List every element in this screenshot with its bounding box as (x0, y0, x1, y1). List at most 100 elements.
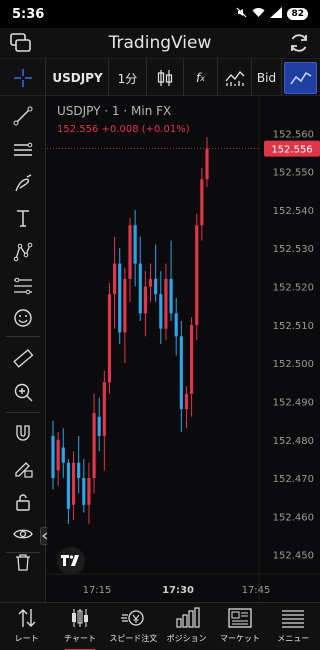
drawing-toolbar (0, 96, 46, 602)
magnet-tool[interactable] (8, 420, 38, 448)
candle-body (205, 148, 209, 180)
trash-icon (16, 554, 30, 571)
delete-drawings-tool[interactable] (8, 548, 38, 576)
fx-sub: x (200, 73, 205, 83)
candle-body (56, 439, 60, 471)
nav-label: ポジション (166, 634, 207, 643)
horizontal-lines-icon (14, 142, 33, 156)
measure-tool[interactable] (8, 344, 38, 372)
toolbar-divider (6, 412, 40, 413)
x-tick-label: 17:30 (162, 585, 194, 596)
candle-body (102, 382, 106, 436)
brush-tool[interactable] (8, 170, 38, 198)
toolbar-divider (6, 336, 40, 337)
indicators-button[interactable] (218, 59, 252, 97)
area-chart-icon (289, 71, 311, 85)
candle-body (77, 462, 81, 479)
candle-body (159, 294, 163, 329)
zoom-in-icon (14, 383, 33, 402)
indicator-fx-button[interactable]: fx (184, 59, 218, 97)
nav-chart[interactable]: チャート (53, 603, 106, 650)
chart-toolbar: USDJPY 1分 fx Bid (0, 58, 320, 97)
trend-line-tool[interactable] (8, 102, 38, 130)
nav-rates[interactable]: レート (0, 603, 53, 650)
brush-icon (15, 174, 32, 192)
crosshair-icon (13, 69, 32, 87)
legend-change: +0.008 (+0.01%) (101, 124, 190, 135)
unlock-icon (16, 494, 30, 511)
chart-type-button[interactable] (147, 59, 184, 97)
fib-levels-icon (14, 277, 32, 295)
text-tool[interactable] (8, 204, 38, 232)
chart-legend-values: 152.556 +0.008 (+0.01%) (57, 124, 190, 135)
pattern-tool[interactable] (8, 238, 38, 266)
candle-body (82, 478, 86, 505)
status-time: 5:36 (12, 6, 45, 22)
signal-icon (270, 7, 283, 21)
y-tick-label: 152.550 (273, 168, 314, 179)
pencil-lock-icon (15, 462, 33, 478)
speed-order-icon (121, 610, 144, 626)
chart-legend-title: USDJPY · 1 · Min FX (57, 104, 172, 118)
y-tick-label: 152.520 (273, 283, 314, 294)
indicators-icon (225, 70, 244, 86)
interval-selector[interactable]: 1分 (109, 59, 147, 97)
y-tick-label: 152.560 (273, 129, 314, 140)
zoom-tool[interactable] (8, 378, 38, 406)
y-tick-label: 152.540 (273, 206, 314, 217)
nav-label: スピード注文 (109, 634, 158, 643)
app-header: TradingView (0, 28, 320, 58)
tradingview-logo[interactable] (57, 547, 85, 575)
candle-body (174, 313, 178, 337)
nav-label: マーケット (219, 634, 260, 643)
lock-drawing-tool[interactable] (8, 454, 38, 482)
candle-body (164, 278, 168, 329)
bottom-navigation: レート チャート スピード注文 ポジション マーケット メニュー (0, 602, 320, 650)
battery-level: 82 (287, 8, 308, 20)
y-tick-label: 152.500 (273, 359, 314, 370)
candle-body (190, 324, 194, 394)
horizontal-lines-tool[interactable] (8, 136, 38, 164)
nav-menu[interactable]: メニュー (267, 603, 320, 650)
wifi-icon (252, 7, 265, 21)
lock-tool[interactable] (8, 488, 38, 516)
symbol-selector[interactable]: USDJPY (47, 59, 109, 97)
candle-body (128, 225, 132, 279)
candle-body (200, 179, 204, 226)
fib-tool[interactable] (8, 272, 38, 300)
nav-positions[interactable]: ポジション (160, 603, 213, 650)
menu-icon (282, 610, 305, 628)
candle-body (87, 478, 91, 505)
refresh-icon[interactable] (287, 31, 311, 55)
emoji-tool[interactable] (8, 304, 38, 332)
chart-style-button[interactable] (284, 62, 317, 94)
mute-icon (236, 7, 247, 21)
magnet-icon (16, 425, 30, 441)
candle-body (154, 278, 158, 295)
candle-body (169, 278, 173, 314)
candle-body (66, 462, 70, 509)
legend-last-price: 152.556 (57, 124, 99, 135)
hide-drawings-tool[interactable] (8, 520, 38, 548)
price-source-button[interactable]: Bid (252, 59, 282, 97)
bars-icon (176, 607, 200, 628)
app-title: TradingView (108, 33, 212, 53)
candle-body (179, 336, 183, 410)
layout-switch-icon[interactable] (9, 31, 33, 55)
status-bar: 5:36 82 (0, 0, 320, 28)
nav-market[interactable]: マーケット (213, 603, 266, 650)
candle-body (143, 286, 147, 314)
candle-body (123, 278, 127, 333)
y-tick-label: 152.460 (273, 512, 314, 523)
candlestick-chart[interactable]: 152.560 152.550 152.540 152.530 152.520 152.5… (47, 96, 320, 602)
crosshair-tool-button[interactable] (0, 59, 46, 97)
sort-arrows-icon (18, 609, 36, 627)
chart-pane[interactable]: 152.560 152.550 152.540 152.530 152.520 152.5… (47, 96, 320, 602)
y-tick-label: 152.470 (273, 474, 314, 485)
y-tick-label: 152.510 (273, 321, 314, 332)
nav-label: レート (14, 634, 39, 643)
candle-body (51, 435, 55, 479)
nav-speed-order[interactable]: スピード注文 (107, 603, 160, 650)
trend-line-icon (13, 106, 33, 126)
candle-body (148, 278, 153, 287)
